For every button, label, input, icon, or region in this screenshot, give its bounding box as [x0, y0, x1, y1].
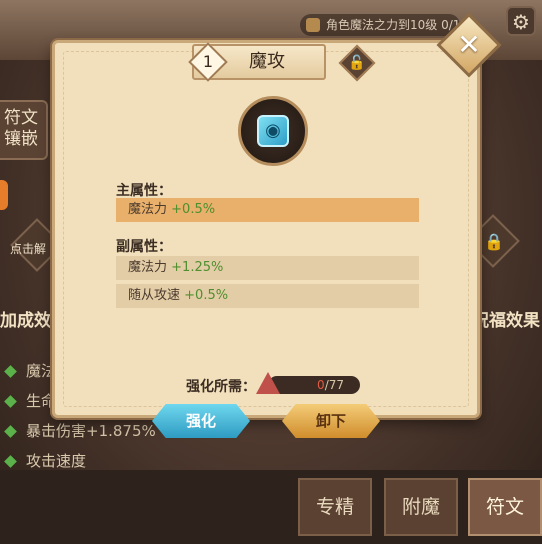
unlock-icon: 🔓 [348, 55, 366, 71]
close-icon[interactable]: ✕ [446, 22, 492, 68]
rune-inlay-label: 符文镶嵌 [4, 108, 38, 149]
enhance-cost-bar: 0/77 [268, 376, 360, 394]
stat-value: +1.25% [171, 260, 224, 275]
bottom-tab-bar [0, 470, 542, 544]
unequip-button[interactable]: 卸下 [282, 404, 380, 438]
sub-stat-row: 随从攻速 +0.5% [116, 284, 419, 308]
quest-icon [306, 18, 320, 32]
settings-gear-icon[interactable]: ⚙ [506, 6, 536, 36]
level-number: 1 [202, 52, 214, 71]
green-diamond-icon [4, 395, 17, 408]
cost-current: 0 [317, 378, 325, 392]
green-diamond-icon [4, 455, 17, 468]
rune-gem-icon: ◉ [257, 115, 289, 147]
sub-stat-row: 魔法力 +1.25% [116, 256, 419, 280]
side-marker [0, 180, 8, 210]
cost-total: /77 [324, 378, 344, 392]
effect-text: 攻击速度 [26, 452, 87, 470]
primary-stat-row: 魔法力 +0.5% [116, 198, 419, 222]
green-diamond-icon [4, 425, 17, 438]
quest-tracker[interactable]: 角色魔法之力到10级 0/1 [300, 14, 460, 36]
stat-name: 随从攻速 [128, 288, 181, 303]
stat-value: +0.5% [171, 202, 216, 217]
stat-name: 魔法力 [128, 202, 168, 217]
red-crystal-icon [256, 372, 280, 394]
lock-icon: 🔒 [484, 232, 504, 251]
primary-attr-label: 主属性： [116, 183, 172, 199]
stat-value: +0.5% [184, 288, 229, 303]
effect-text: 暴击伤害+1.875% [26, 422, 156, 440]
tab-specialization[interactable]: 专精 [298, 478, 372, 536]
enhance-cost-label: 强化所需： [186, 379, 256, 395]
rune-inlay-tab[interactable]: 符文镶嵌 [0, 100, 48, 160]
enhance-button[interactable]: 强化 [152, 404, 250, 438]
blessing-effect-header: 祝福效果 [472, 311, 540, 331]
unlock-hint: 点击解 [10, 242, 47, 256]
quest-text: 角色魔法之力到10级 0/1 [326, 18, 460, 32]
modal-title: 魔攻 [249, 51, 285, 72]
tab-rune[interactable]: 符文 [468, 478, 542, 536]
stat-name: 魔法力 [128, 260, 168, 275]
green-diamond-icon [4, 365, 17, 378]
sub-attr-label: 副属性： [116, 239, 172, 255]
tab-enchant[interactable]: 附魔 [384, 478, 458, 536]
